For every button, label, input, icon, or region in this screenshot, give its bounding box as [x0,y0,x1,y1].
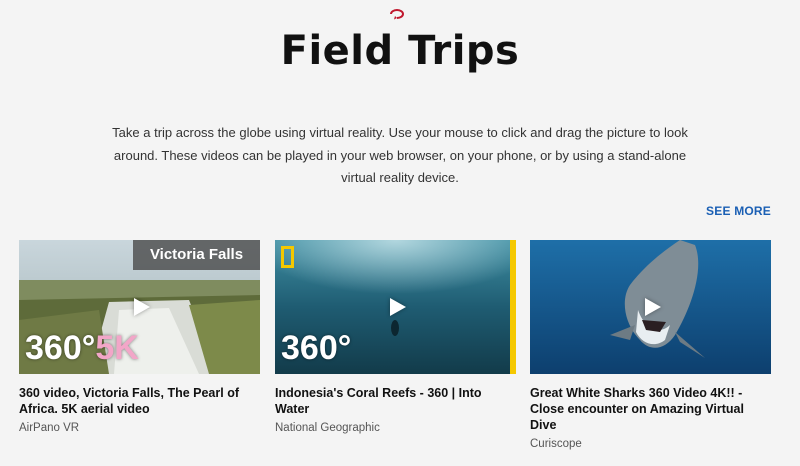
video-thumbnail[interactable]: Victoria Falls 360°5K [19,240,260,374]
natgeo-logo-icon [281,246,294,268]
see-more-link[interactable]: SEE MORE [706,204,771,218]
video-title[interactable]: Indonesia's Coral Reefs - 360 | Into Wat… [275,385,516,417]
video-title[interactable]: 360 video, Victoria Falls, The Pearl of … [19,385,260,417]
video-card-coral-reefs[interactable]: 360° Indonesia's Coral Reefs - 360 | Int… [275,240,516,434]
overlay-360: 360° [281,329,352,367]
page-description: Take a trip across the globe using virtu… [112,125,688,185]
channel-name[interactable]: National Geographic [275,422,516,434]
play-icon[interactable] [133,298,150,316]
channel-name[interactable]: Curiscope [530,438,771,450]
video-thumbnail[interactable] [530,240,771,374]
play-icon[interactable] [644,298,661,316]
video-title[interactable]: Great White Sharks 360 Video 4K!! - Clos… [530,385,771,433]
video-card-victoria-falls[interactable]: Victoria Falls 360°5K 360 video, Victori… [19,240,260,434]
video-thumbnail[interactable]: 360° [275,240,516,374]
page-title: Field Trips [280,28,520,74]
natgeo-yellow-bar [510,240,516,374]
loop-arrow-icon [390,9,404,20]
video-card-great-white-sharks[interactable]: Great White Sharks 360 Video 4K!! - Clos… [530,240,771,450]
location-badge: Victoria Falls [133,240,260,270]
channel-name[interactable]: AirPano VR [19,422,260,434]
overlay-360-5k: 360°5K [25,329,139,368]
overlay-360: 360° [25,329,96,367]
play-icon[interactable] [389,298,406,316]
overlay-5k: 5K [95,329,139,367]
